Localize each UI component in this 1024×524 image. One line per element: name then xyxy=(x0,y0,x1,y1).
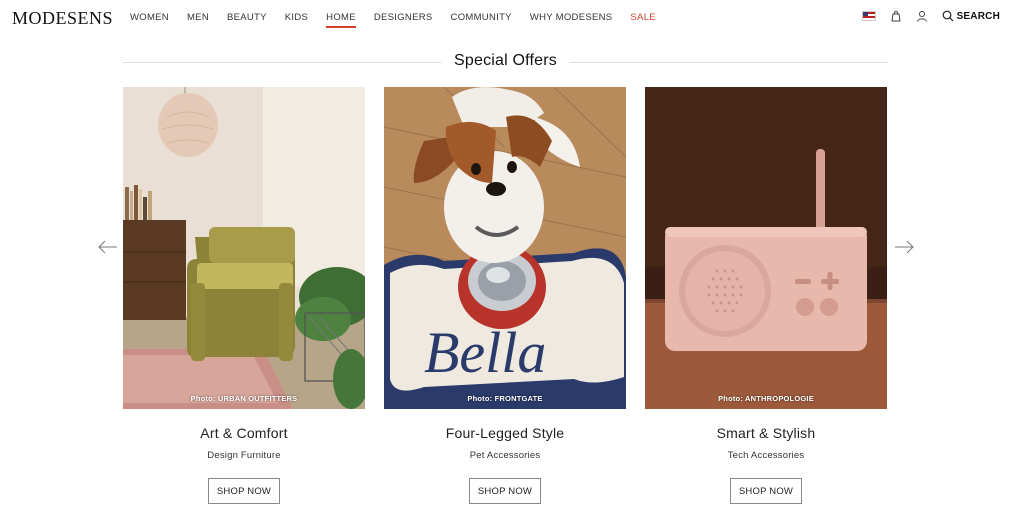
carousel-next-arrow-icon[interactable] xyxy=(893,240,915,254)
nav-designers[interactable]: DESIGNERS xyxy=(374,12,433,23)
us-flag-icon[interactable] xyxy=(861,11,876,21)
photo-credit: Photo: ANTHROPOLOGIE xyxy=(718,394,814,403)
nav-sale[interactable]: SALE xyxy=(630,12,656,23)
site-header: MODESENS WOMEN MEN BEAUTY KIDS HOME DESI… xyxy=(0,0,1024,34)
user-icon[interactable] xyxy=(916,10,928,22)
offer-image[interactable]: Bella Photo: FRONTGATE xyxy=(384,87,626,409)
shop-now-button[interactable]: SHOP NOW xyxy=(730,478,802,504)
photo-credit: Photo: FRONTGATE xyxy=(467,394,543,403)
offer-card: Bella Photo: FRONTGATE Four-Legged Style… xyxy=(384,87,626,504)
carousel-prev-arrow-icon[interactable] xyxy=(97,240,119,254)
offer-subtitle: Design Furniture xyxy=(207,450,281,461)
offer-subtitle: Pet Accessories xyxy=(469,450,541,461)
offer-title[interactable]: Art & Comfort xyxy=(123,425,365,441)
nav-why-modesens[interactable]: WHY MODESENS xyxy=(530,12,613,23)
bag-icon[interactable] xyxy=(890,10,902,22)
search-icon xyxy=(942,10,953,22)
offer-image[interactable]: Photo: URBAN OUTFITTERS xyxy=(123,87,365,409)
dog-photo: Bella xyxy=(384,87,626,409)
mat-text: Bella xyxy=(424,320,546,385)
shop-now-button[interactable]: SHOP NOW xyxy=(208,478,280,504)
offer-card: Photo: ANTHROPOLOGIE Smart & Stylish Tec… xyxy=(645,87,887,504)
nav-kids[interactable]: KIDS xyxy=(285,12,308,23)
offer-title[interactable]: Four-Legged Style xyxy=(384,425,626,441)
offer-subtitle: Tech Accessories xyxy=(727,450,805,461)
header-actions: SEARCH xyxy=(861,10,1000,22)
search-label: SEARCH xyxy=(956,10,1000,22)
nav-men[interactable]: MEN xyxy=(187,12,209,23)
search-button[interactable]: SEARCH xyxy=(942,10,1000,22)
radio-photo xyxy=(645,87,887,409)
nav-community[interactable]: COMMUNITY xyxy=(451,12,512,23)
nav-women[interactable]: WOMEN xyxy=(130,12,169,23)
nav-home[interactable]: HOME xyxy=(326,12,356,28)
offer-title[interactable]: Smart & Stylish xyxy=(645,425,887,441)
shop-now-button[interactable]: SHOP NOW xyxy=(469,478,541,504)
modesens-logo[interactable]: MODESENS xyxy=(12,8,113,29)
section-header: Special Offers xyxy=(123,51,888,73)
section-title: Special Offers xyxy=(444,52,567,69)
offer-image[interactable]: Photo: ANTHROPOLOGIE xyxy=(645,87,887,409)
offer-card: Photo: URBAN OUTFITTERS Art & Comfort De… xyxy=(123,87,365,504)
main-nav: WOMEN MEN BEAUTY KIDS HOME DESIGNERS COM… xyxy=(130,12,674,28)
nav-beauty[interactable]: BEAUTY xyxy=(227,12,267,23)
furniture-photo xyxy=(123,87,365,409)
photo-credit: Photo: URBAN OUTFITTERS xyxy=(190,394,298,403)
